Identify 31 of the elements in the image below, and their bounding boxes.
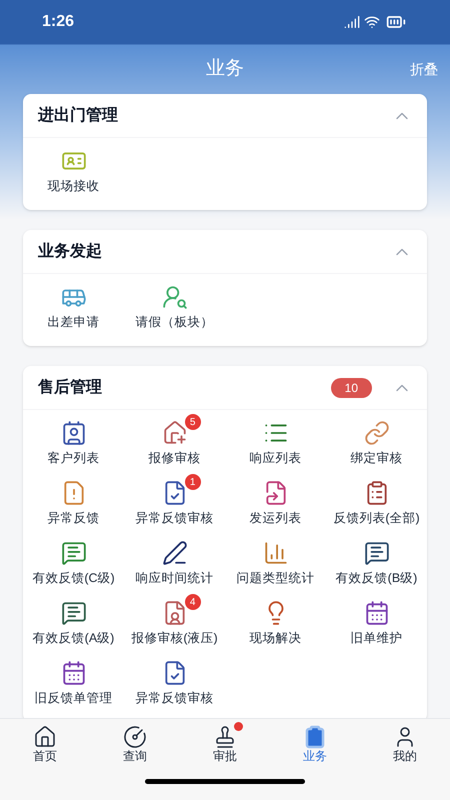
feature-item[interactable]: 异常反馈: [23, 478, 124, 538]
count-badge: 5: [184, 414, 201, 430]
feature-item[interactable]: 现场接收: [23, 146, 124, 206]
tab-item[interactable]: 审批: [180, 719, 270, 763]
section-title: 进出门管理: [38, 105, 119, 126]
feature-item[interactable]: 有效反馈(A级): [23, 598, 124, 658]
feature-item[interactable]: 请假（板块）: [124, 282, 225, 342]
feature-item[interactable]: 问题类型统计: [225, 538, 326, 598]
tab-item[interactable]: 查询: [90, 719, 180, 763]
feature-item[interactable]: 有效反馈(C级): [23, 538, 124, 598]
count-badge: 4: [184, 594, 201, 610]
page-title: 业务: [206, 56, 244, 81]
feature-item[interactable]: 有效反馈(B级): [326, 538, 427, 598]
feature-item[interactable]: 客户列表: [23, 418, 124, 478]
feature-item[interactable]: 现场解决: [225, 598, 326, 658]
feature-item[interactable]: 反馈列表(全部): [326, 478, 427, 538]
feature-item[interactable]: 绑定审核: [326, 418, 427, 478]
feature-item[interactable]: 旧单维护: [326, 598, 427, 658]
feature-item[interactable]: 发运列表: [225, 478, 326, 538]
feature-item[interactable]: 出差申请: [23, 282, 124, 342]
count-badge: 1: [184, 474, 201, 490]
section-title: 售后管理: [38, 377, 103, 398]
status-time: 1:26: [42, 12, 76, 32]
tab-item[interactable]: 业务: [270, 719, 360, 763]
feature-item[interactable]: 旧反馈单管理: [23, 658, 124, 718]
count-badge: 10: [330, 378, 372, 398]
tab-item[interactable]: 我的: [360, 719, 450, 763]
feature-item[interactable]: 响应列表: [225, 418, 326, 478]
tab-item[interactable]: 首页: [0, 719, 90, 763]
feature-item[interactable]: 异常反馈审核: [124, 658, 225, 718]
section-title: 业务发起: [38, 242, 103, 262]
